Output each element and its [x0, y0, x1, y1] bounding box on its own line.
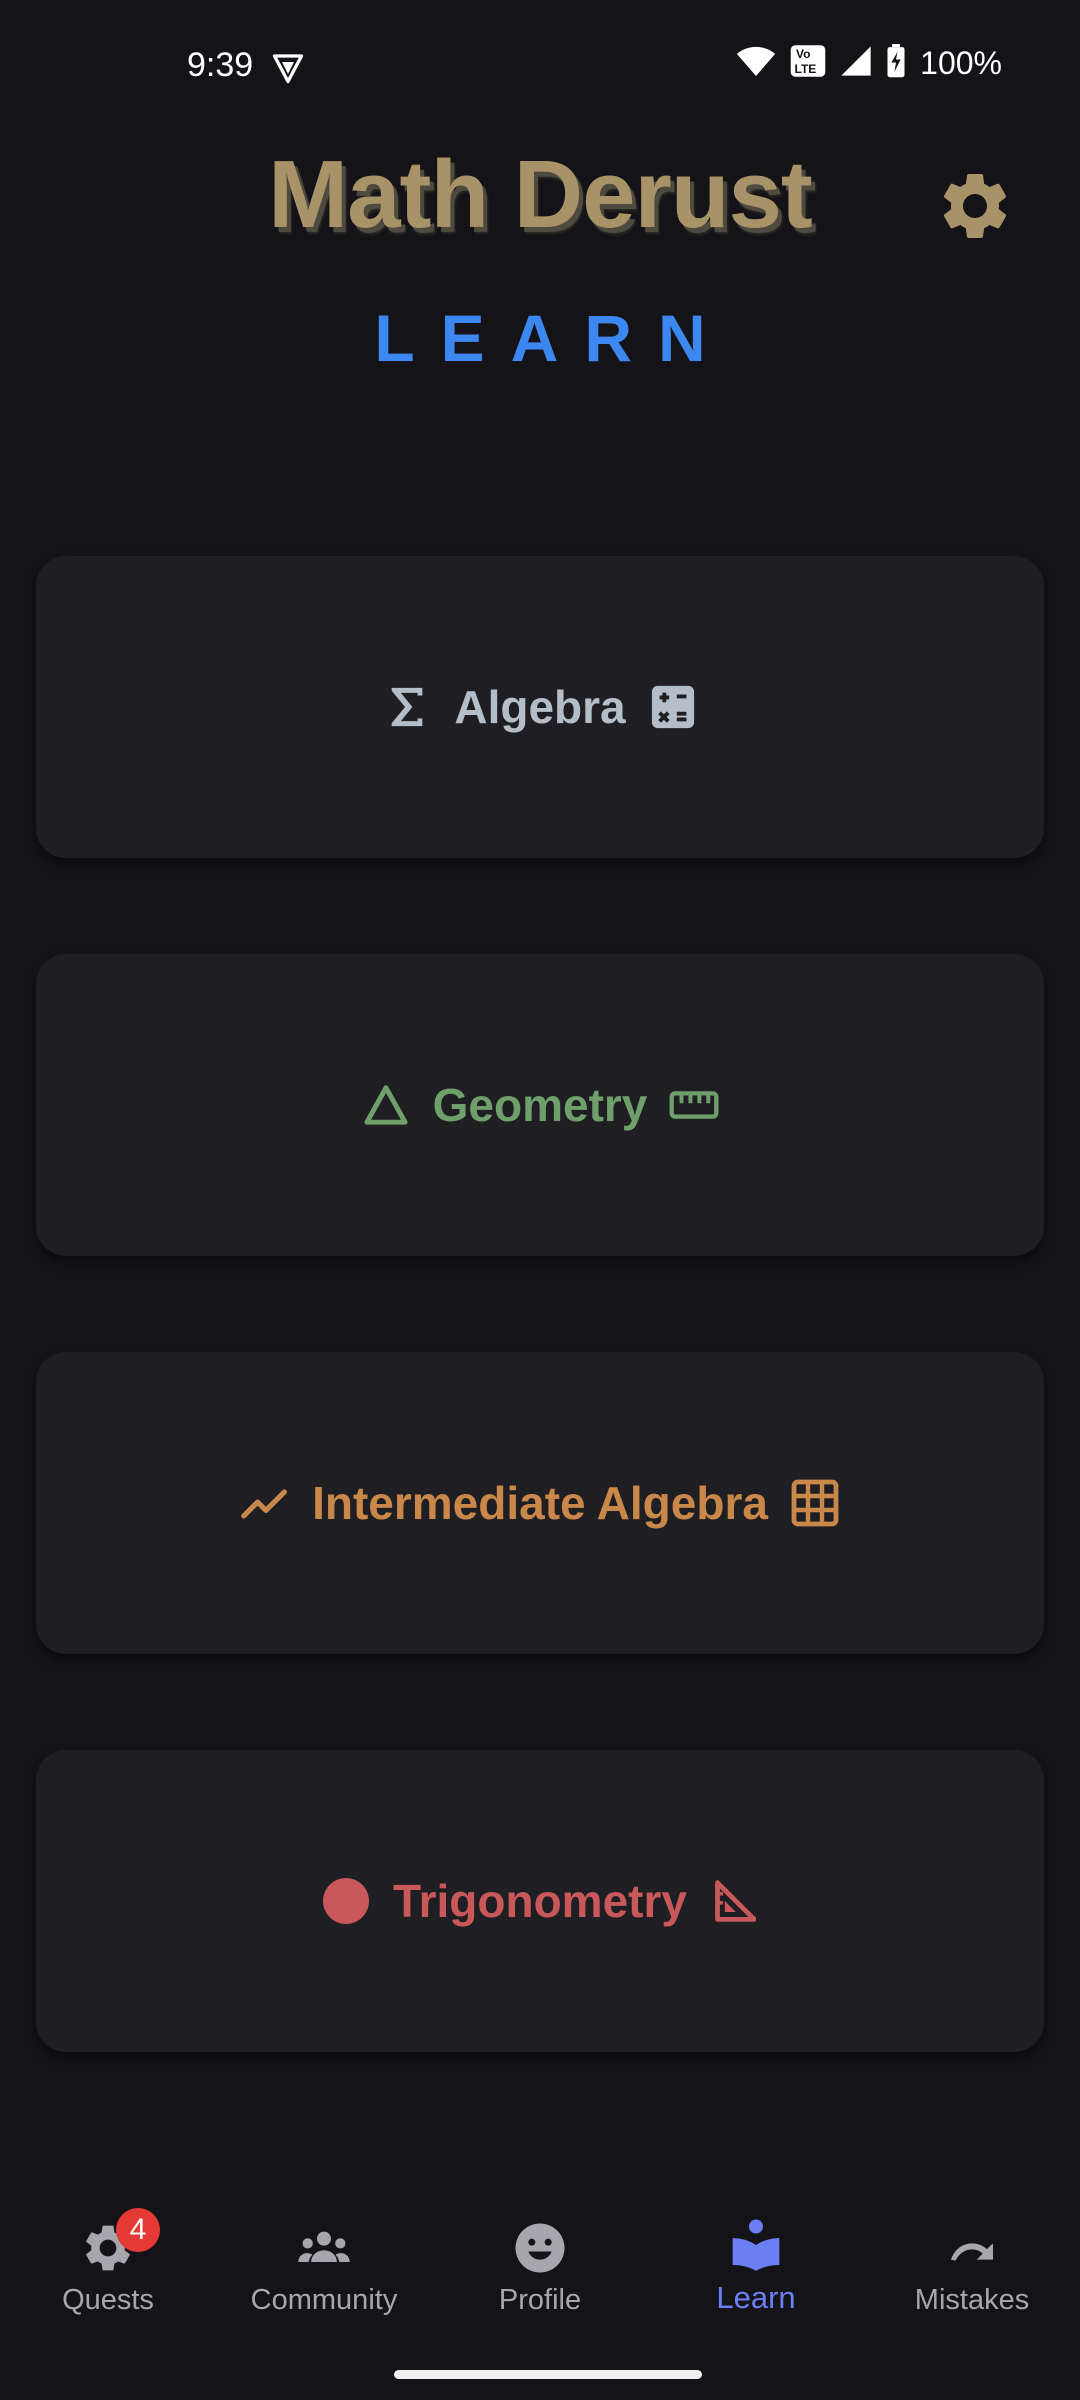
svg-text:LTE: LTE [795, 62, 817, 76]
triangle-icon [361, 1080, 411, 1130]
nav-label: Mistakes [914, 2284, 1030, 2316]
topic-label: Intermediate Algebra [312, 1477, 768, 1529]
smiley-face-icon [512, 2220, 568, 2276]
set-square-icon [709, 1876, 759, 1926]
circle-icon [321, 1876, 371, 1926]
nav-item-learn[interactable]: Learn [648, 2216, 864, 2336]
wifi-icon [736, 45, 776, 82]
gesture-navigation-bar[interactable] [394, 2370, 702, 2379]
learn-screen: 9:39 Vo LTE 100% Math Derust LEARN Algeb… [0, 0, 1080, 2400]
signal-icon [840, 45, 872, 82]
bottom-navigation: 4 Quests Community Profile Learn Mistake… [0, 2190, 1080, 2400]
topic-label: Algebra [454, 681, 626, 733]
quests-gear-icon: 4 [80, 2208, 160, 2276]
sigma-icon [382, 682, 432, 732]
ruler-icon [669, 1080, 719, 1130]
gear-icon [935, 173, 1015, 250]
nav-item-profile[interactable]: Profile [432, 2220, 648, 2340]
nav-item-mistakes[interactable]: Mistakes [864, 2220, 1080, 2340]
app-title: Math Derust [268, 141, 813, 248]
redo-arrow-icon [944, 2220, 1000, 2276]
people-icon [296, 2220, 352, 2276]
book-reader-icon [728, 2216, 784, 2272]
vpn-icon [270, 50, 306, 86]
settings-button[interactable] [935, 166, 1015, 246]
svg-text:Vo: Vo [796, 47, 810, 61]
topic-label: Geometry [432, 1079, 648, 1131]
section-title: LEARN [374, 301, 732, 375]
topic-label: Trigonometry [393, 1875, 687, 1927]
status-bar: 9:39 Vo LTE 100% [0, 0, 1080, 130]
nav-item-community[interactable]: Community [216, 2220, 432, 2340]
status-time: 9:39 [187, 46, 254, 84]
nav-item-quests[interactable]: 4 Quests [0, 2208, 216, 2340]
nav-label: Quests [62, 2284, 154, 2316]
topic-card-geometry[interactable]: Geometry [36, 954, 1044, 1256]
nav-label: Community [250, 2284, 398, 2316]
topic-card-algebra[interactable]: Algebra [36, 556, 1044, 858]
calculator-icon [648, 682, 698, 732]
topic-card-intermediate-algebra[interactable]: Intermediate Algebra [36, 1352, 1044, 1654]
status-icons: Vo LTE 100% [736, 44, 1002, 83]
battery-percent: 100% [920, 45, 1002, 81]
quests-badge: 4 [116, 2208, 160, 2252]
topic-card-trigonometry[interactable]: Trigonometry [36, 1750, 1044, 2052]
trending-up-icon [240, 1478, 290, 1528]
grid-icon [790, 1478, 840, 1528]
battery-charging-icon [886, 44, 906, 83]
nav-label: Profile [498, 2284, 582, 2316]
nav-label: Learn [716, 2280, 796, 2315]
volte-icon: Vo LTE [790, 44, 826, 83]
